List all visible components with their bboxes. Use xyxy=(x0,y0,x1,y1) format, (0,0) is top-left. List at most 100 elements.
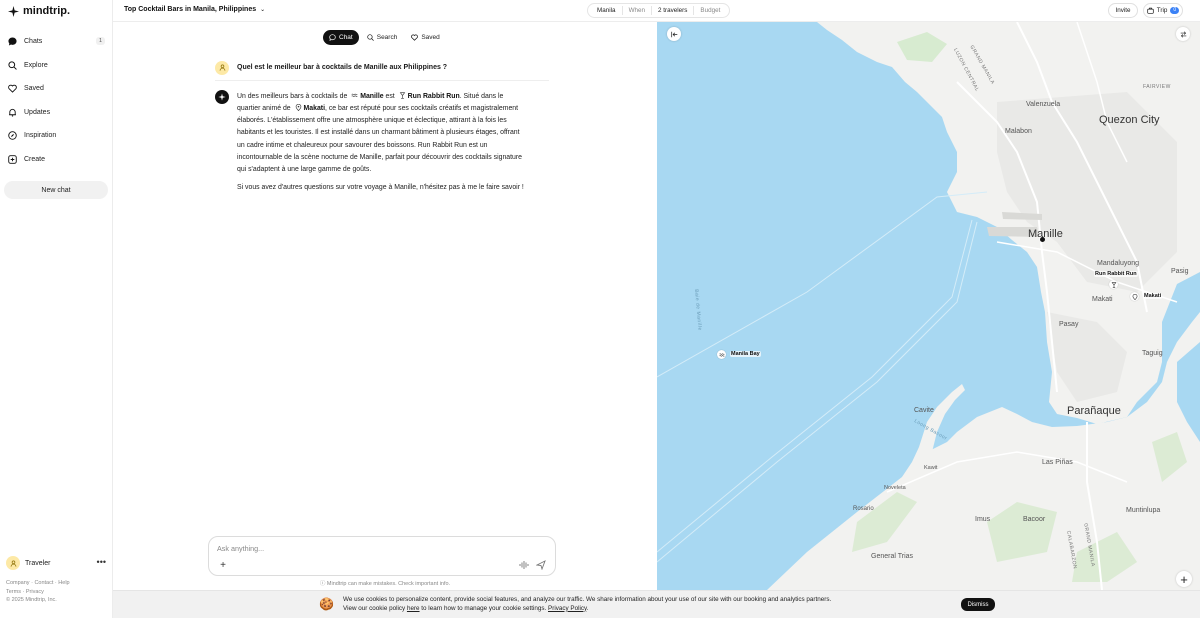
collapse-map-button[interactable] xyxy=(667,27,681,41)
top-bar: Top Cocktail Bars in Manila, Philippines… xyxy=(113,0,1200,22)
chats-count-badge: 1 xyxy=(95,37,105,45)
city-link[interactable]: Manille xyxy=(360,93,383,100)
when-filter[interactable]: When xyxy=(623,6,653,15)
sparkle-icon xyxy=(218,93,226,101)
sidebar-item-create[interactable]: Create xyxy=(0,148,113,172)
makati-pin[interactable] xyxy=(1130,292,1139,301)
sidebar-item-chats[interactable]: Chats 1 xyxy=(0,30,113,54)
sidebar-item-updates[interactable]: Updates xyxy=(0,101,113,125)
new-chat-button[interactable]: New chat xyxy=(4,181,108,199)
chat-bubble-icon xyxy=(329,33,336,41)
voice-waveform-icon[interactable] xyxy=(519,560,529,570)
answer-paragraph: Si vous avez d'autres questions sur votr… xyxy=(237,184,524,192)
info-icon: ⓘ xyxy=(319,581,326,587)
help-link[interactable]: Help xyxy=(58,580,69,586)
chat-input[interactable] xyxy=(217,543,537,553)
logo[interactable]: mindtrip. xyxy=(8,5,70,17)
tab-search[interactable]: Search xyxy=(361,30,404,45)
assistant-avatar xyxy=(215,90,229,104)
map-pin-icon xyxy=(1132,293,1137,300)
travelers-filter[interactable]: 2 travelers xyxy=(652,6,695,15)
tab-chat[interactable]: Chat xyxy=(323,29,359,45)
swap-arrows-icon xyxy=(1180,30,1186,38)
privacy-policy-link[interactable]: Privacy Policy xyxy=(548,605,587,612)
district-link[interactable]: Makati xyxy=(304,105,325,112)
run-rabbit-run-pin[interactable] xyxy=(1109,280,1118,289)
waves-icon xyxy=(351,93,358,97)
map-label-pasig: Pasig xyxy=(1171,268,1189,275)
cookie-line-2: View our cookie policy xyxy=(343,604,406,612)
trip-filters: Manila When 2 travelers Budget xyxy=(587,3,731,18)
copyright: © 2025 Mindtrip, Inc. xyxy=(6,597,57,603)
avatar xyxy=(215,60,229,75)
map-label-taguig: Taguig xyxy=(1142,350,1163,357)
cookie-line-2b: to learn how to manage your cookie setti… xyxy=(421,604,547,612)
privacy-link[interactable]: Privacy xyxy=(26,589,44,595)
map-label-muntinlupa: Muntinlupa xyxy=(1126,507,1161,514)
map-label-laspinas: Las Piñas xyxy=(1042,459,1073,466)
send-icon[interactable] xyxy=(536,560,546,570)
map-label-malabon: Malabon xyxy=(1005,128,1032,135)
trip-button[interactable]: Trip 0 xyxy=(1143,3,1183,18)
map-pin-icon xyxy=(295,104,301,112)
user-profile[interactable]: Traveler ••• xyxy=(6,556,106,570)
tab-saved[interactable]: Saved xyxy=(405,30,445,45)
sidebar-item-saved[interactable]: Saved xyxy=(0,77,113,101)
footer-links: Company · Contact · Help Terms · Privacy… xyxy=(6,580,70,603)
map-label-makati: Makati xyxy=(1092,296,1113,303)
message-composer: + xyxy=(208,536,556,576)
map-label-pasay: Pasay xyxy=(1059,321,1079,328)
chat-tabs: Chat Search Saved xyxy=(323,29,446,45)
cocktail-icon xyxy=(399,92,405,99)
cookie-text: We use cookies to personalize content, p… xyxy=(343,596,831,613)
terms-link[interactable]: Terms xyxy=(6,589,21,595)
sidebar-item-label: Saved xyxy=(24,85,44,93)
trip-title-dropdown[interactable]: Top Cocktail Bars in Manila, Philippines… xyxy=(124,6,265,13)
cookie-policy-link[interactable]: here xyxy=(407,605,420,612)
sidebar: mindtrip. Chats 1 Explore Saved Updates xyxy=(0,0,113,618)
app-root: mindtrip. Chats 1 Explore Saved Updates xyxy=(0,0,1200,618)
cookie-icon: 🍪 xyxy=(319,597,334,611)
answer-paragraph: Un des meilleurs bars à cocktails de Man… xyxy=(237,91,527,176)
manila-bay-pin[interactable] xyxy=(717,350,726,359)
chevron-down-icon: ⌄ xyxy=(260,7,266,13)
add-attachment-button[interactable]: + xyxy=(217,559,229,571)
map-label-valenzuela: Valenzuela xyxy=(1026,101,1061,108)
invite-button[interactable]: Invite xyxy=(1108,3,1138,18)
map-label-imus: Imus xyxy=(975,516,991,523)
sidebar-item-explore[interactable]: Explore xyxy=(0,54,113,78)
zoom-in-button[interactable]: + xyxy=(1176,571,1192,587)
manila-bay-label[interactable]: Manila Bay xyxy=(730,351,761,357)
location-filter[interactable]: Manila xyxy=(591,6,623,15)
trip-title: Top Cocktail Bars in Manila, Philippines xyxy=(124,6,257,13)
disclaimer-text: Mindtrip can make mistakes. Check import… xyxy=(326,581,451,587)
answer-text: est xyxy=(385,93,395,100)
answer-text: , ce bar est réputé pour ses cocktails c… xyxy=(237,105,522,173)
budget-filter[interactable]: Budget xyxy=(694,6,726,15)
map-view[interactable]: + Quezon City Valenzuela Malabon FAIRVIE… xyxy=(657,22,1200,590)
user-question-text: Quel est le meilleur bar à cocktails de … xyxy=(237,64,448,71)
user-icon xyxy=(10,560,16,567)
map-label-quezon: Quezon City xyxy=(1099,114,1160,126)
map-label-noveleta: Noveleta xyxy=(884,485,906,491)
contact-link[interactable]: Contact xyxy=(34,580,53,586)
sidebar-item-label: Updates xyxy=(24,108,51,116)
more-options-icon[interactable]: ••• xyxy=(97,558,106,567)
map-settings-button[interactable] xyxy=(1176,27,1190,41)
user-icon xyxy=(219,64,225,71)
makati-label[interactable]: Makati xyxy=(1143,293,1163,299)
briefcase-icon xyxy=(1147,7,1154,14)
run-rabbit-run-label[interactable]: Run Rabbit Run xyxy=(1094,271,1138,277)
manille-marker[interactable] xyxy=(1040,237,1045,242)
plus-square-icon xyxy=(8,155,17,164)
bar-link[interactable]: Run Rabbit Run xyxy=(408,93,460,100)
trip-label: Trip xyxy=(1156,7,1168,14)
period: . xyxy=(586,604,589,612)
compass-icon xyxy=(8,131,17,140)
map-label-generaltrias: General Trias xyxy=(871,553,914,560)
dismiss-button[interactable]: Dismiss xyxy=(961,598,995,611)
company-link[interactable]: Company xyxy=(6,580,30,586)
sidebar-item-inspiration[interactable]: Inspiration xyxy=(0,124,113,148)
tab-label: Chat xyxy=(339,33,353,41)
cookie-line-1: We use cookies to personalize content, p… xyxy=(343,596,832,603)
